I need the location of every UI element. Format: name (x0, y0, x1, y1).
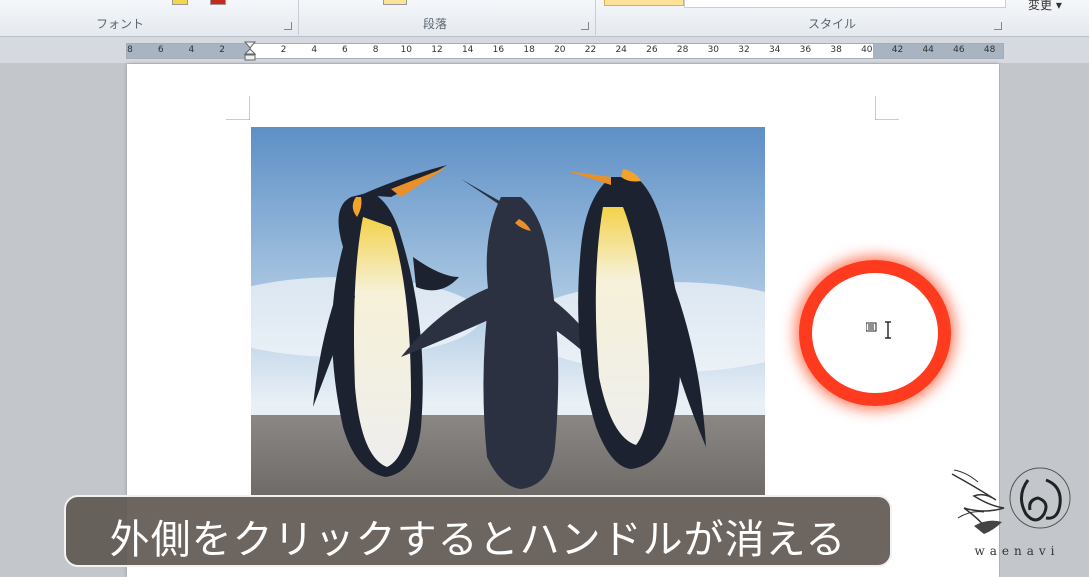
font-dialog-launcher-icon[interactable] (284, 22, 292, 30)
paragraph-group-label: 段落 (423, 17, 448, 31)
style-gallery[interactable] (684, 0, 1006, 8)
font-group: フォント (0, 0, 299, 35)
ruler-tick-label: 6 (157, 45, 164, 55)
ruler-tick-label: 44 (922, 45, 934, 55)
text-cursor-icon (866, 321, 891, 339)
ruler-tick-label: 8 (127, 45, 133, 55)
ruler-tick-label: 36 (799, 45, 812, 55)
change-styles-button[interactable]: 変更 ▾ (1028, 0, 1062, 13)
margin-corner-mark-top-left (226, 96, 250, 120)
ruler-tick-label: 4 (188, 45, 195, 55)
ruler-tick-label: 24 (615, 45, 627, 55)
ruler-tick-label: 20 (554, 45, 566, 55)
ruler-tick-label: 38 (830, 45, 842, 55)
ruler-tick-label: 26 (646, 45, 658, 55)
ruler-tick-label: 28 (676, 45, 689, 55)
paragraph-group: 段落 (299, 0, 596, 35)
indent-marker-icon[interactable] (244, 40, 256, 62)
margin-corner-mark-top-right (875, 96, 899, 120)
styles-group-label: スタイル (808, 17, 857, 31)
paragraph-dialog-launcher-icon[interactable] (581, 22, 589, 30)
font-color-swatch[interactable] (210, 0, 226, 5)
ruler-tick-label: 40 (861, 45, 873, 55)
ruler-tick-label: 16 (492, 45, 505, 55)
ruler-tick-label: 4 (311, 45, 318, 55)
ruler-tick-label: 30 (707, 45, 720, 55)
penguins-image[interactable] (251, 127, 765, 495)
ruler-tick-label: 12 (431, 45, 443, 55)
highlight-color-swatch[interactable] (172, 0, 188, 5)
waenavi-logo-text: waenavi (974, 544, 1060, 558)
horizontal-ruler[interactable]: 8 6 4 2 2 4 6 8 10 12 14 16 18 20 22 24 26 28 30 32 34 36 38 40… (126, 43, 1004, 59)
ruler-tick-label: 8 (372, 45, 379, 55)
caption-box: 外側をクリックするとハンドルが消える (64, 495, 892, 567)
ruler-tick-label: 2 (280, 45, 287, 55)
ruler-tick-label: 14 (461, 45, 474, 55)
ruler-tick-label: 34 (768, 45, 781, 55)
caption-text: 外側をクリックするとハンドルが消える (109, 517, 847, 563)
ruler-tick-label: 10 (400, 45, 413, 55)
paragraph-button[interactable] (383, 0, 407, 5)
font-group-label: フォント (96, 17, 145, 31)
ruler-tick-label: 18 (523, 45, 535, 55)
ruler-tick-label: 46 (953, 45, 965, 55)
ruler-tick-label: 42 (891, 45, 904, 55)
ruler-tick-label: 48 (983, 45, 996, 55)
ribbon: フォント 段落 スタイル 変更 ▾ (0, 0, 1089, 37)
ruler-tick-label: 32 (738, 45, 750, 55)
ruler-tick-label: 6 (342, 45, 348, 55)
styles-dialog-launcher-icon[interactable] (994, 22, 1002, 30)
ruler-tick-label: 2 (219, 45, 225, 55)
ruler-tick-label: 22 (584, 45, 597, 55)
style-gallery-selected[interactable] (604, 0, 684, 6)
